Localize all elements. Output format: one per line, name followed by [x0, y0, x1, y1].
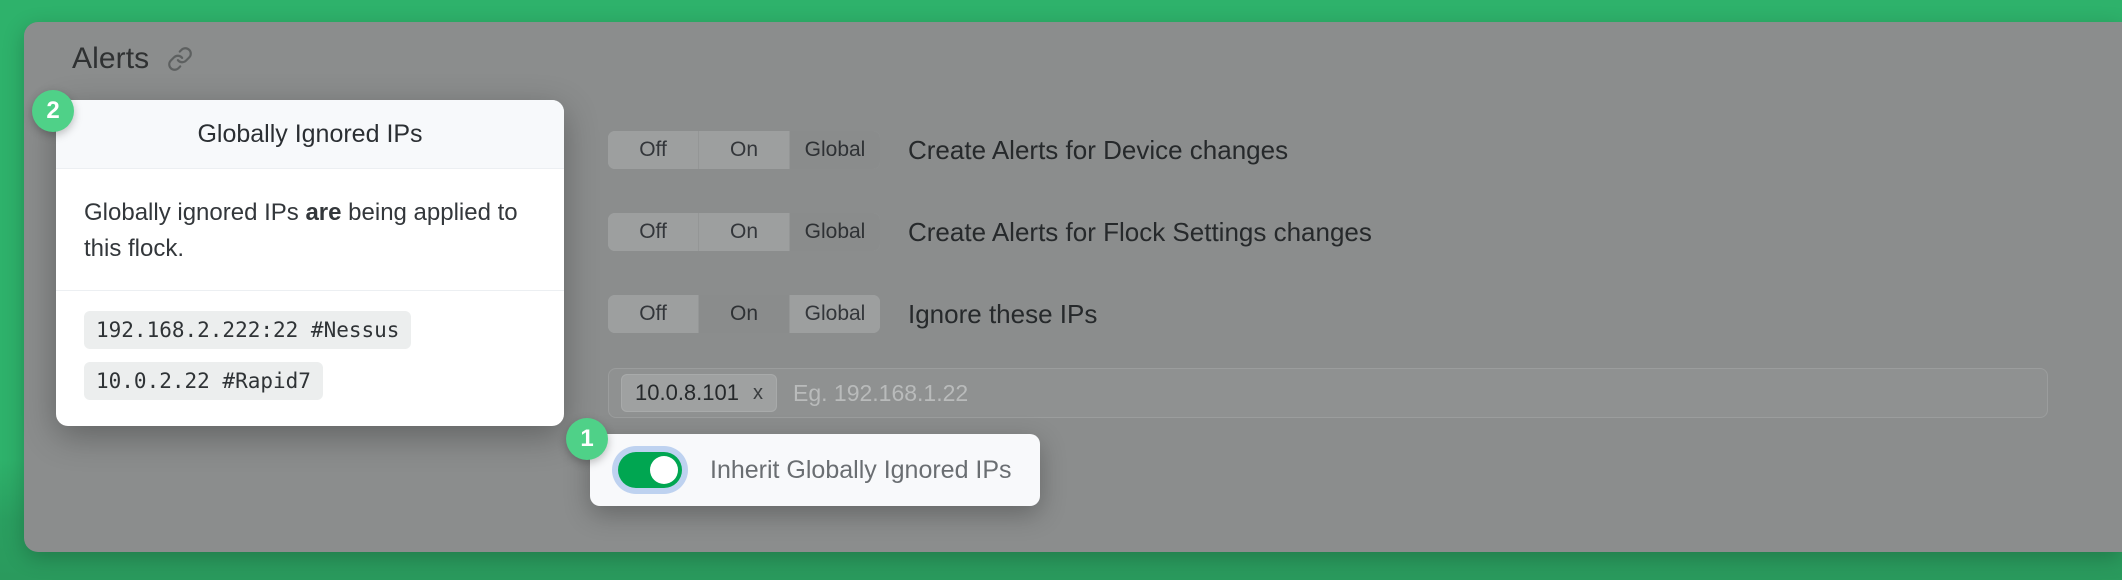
list-item: 10.0.2.22 #Rapid7 — [84, 361, 323, 400]
ip-address-input[interactable] — [790, 372, 2035, 414]
segment-off[interactable]: Off — [608, 213, 699, 251]
ip-tag-label: 10.0.8.101 — [635, 380, 739, 405]
inherit-globally-ignored-ips-card: Inherit Globally Ignored IPs — [590, 434, 1040, 506]
popover-message-prefix: Globally ignored IPs — [84, 199, 306, 226]
segment-off[interactable]: Off — [608, 295, 699, 333]
segment-global[interactable]: Global — [790, 295, 880, 333]
popover-body: Globally ignored IPs are being applied t… — [56, 169, 564, 291]
settings-column: Off On Global Create Alerts for Device c… — [608, 122, 2098, 418]
ip-tag[interactable]: 10.0.8.101 x — [621, 374, 777, 412]
page-title: Alerts — [72, 42, 150, 75]
popover-title: Globally Ignored IPs — [197, 120, 423, 148]
panel-header: Alerts — [72, 44, 193, 74]
segment-on[interactable]: On — [699, 295, 790, 333]
toggle-knob — [650, 456, 678, 484]
setting-row-ignore-these-ips: Off On Global Ignore these IPs — [608, 286, 2098, 342]
step-badge-1: 1 — [566, 418, 608, 460]
segment-global[interactable]: Global — [790, 213, 880, 251]
step-badge-2: 2 — [32, 90, 74, 132]
close-icon[interactable]: x — [753, 383, 763, 403]
setting-row-device-changes: Off On Global Create Alerts for Device c… — [608, 122, 2098, 178]
setting-row-flock-settings-changes: Off On Global Create Alerts for Flock Se… — [608, 204, 2098, 260]
popover-message-emphasis: are — [305, 199, 342, 226]
setting-label: Create Alerts for Flock Settings changes — [908, 216, 1372, 247]
globally-ignored-ip-list: 192.168.2.222:22 #Nessus 10.0.2.22 #Rapi… — [56, 291, 564, 426]
toggle-label: Inherit Globally Ignored IPs — [710, 455, 1012, 484]
screen-root: Alerts Off On Global Create Alerts for D… — [0, 0, 2122, 580]
popover-header: Globally Ignored IPs — [56, 100, 564, 169]
segment-off[interactable]: Off — [608, 131, 699, 169]
setting-label: Create Alerts for Device changes — [908, 134, 1289, 165]
inherit-globally-ignored-ips-toggle[interactable] — [618, 452, 682, 488]
link-icon[interactable] — [167, 46, 193, 72]
popover-message: Globally ignored IPs are being applied t… — [84, 195, 536, 268]
segment-on[interactable]: On — [699, 213, 790, 251]
globally-ignored-ips-popover: Globally Ignored IPs Globally ignored IP… — [56, 100, 564, 426]
segment-on[interactable]: On — [699, 131, 790, 169]
setting-label: Ignore these IPs — [908, 298, 1098, 329]
segmented-control-ignore-these-ips[interactable]: Off On Global — [608, 295, 880, 333]
list-item: 192.168.2.222:22 #Nessus — [84, 310, 412, 349]
segmented-control-device-changes[interactable]: Off On Global — [608, 131, 880, 169]
segment-global[interactable]: Global — [790, 131, 880, 169]
segmented-control-flock-settings-changes[interactable]: Off On Global — [608, 213, 880, 251]
ignored-ips-input-container[interactable]: 10.0.8.101 x — [608, 368, 2048, 418]
